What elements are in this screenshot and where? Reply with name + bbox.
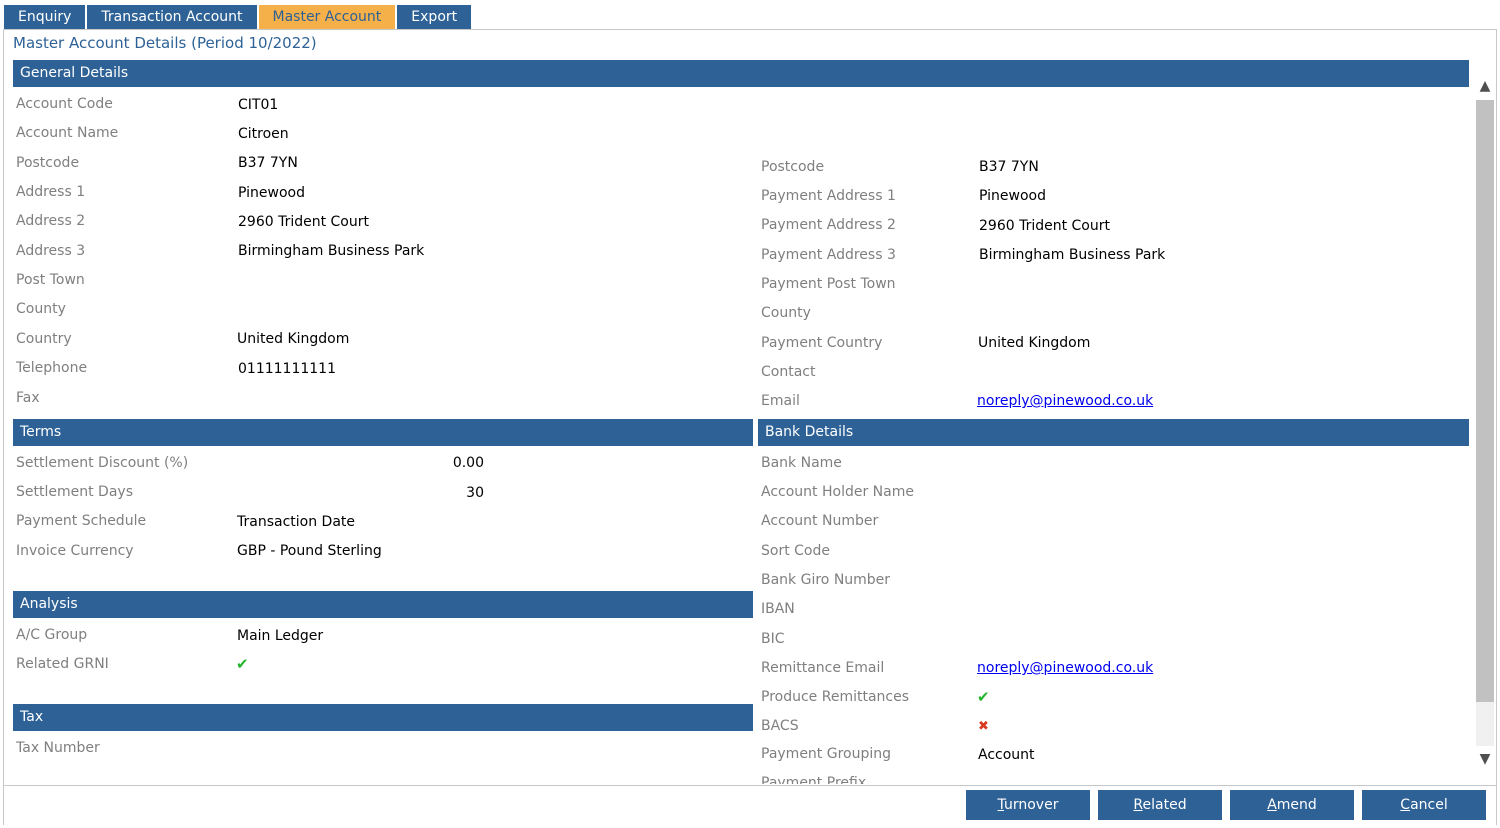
email-label: Email [761, 393, 800, 409]
account-name-label: Account Name [16, 125, 119, 141]
payment-address-1-label: Payment Address 1 [761, 188, 896, 204]
settlement-discount-value: 0.00 [452, 455, 484, 471]
section-tax: Tax [13, 704, 753, 731]
postcode-value: B37 7YN [238, 155, 298, 171]
bank-giro-number-label: Bank Giro Number [761, 572, 891, 588]
settlement-days-value: 30 [466, 485, 484, 501]
bic-label: BIC [761, 631, 785, 647]
payment-address-2-value: 2960 Trident Court [979, 218, 1110, 234]
address-3-value: Birmingham Business Park [238, 243, 425, 259]
payment-address-2-label: Payment Address 2 [761, 217, 896, 233]
payment-post-town-label: Payment Post Town [761, 276, 896, 292]
account-code-label: Account Code [16, 96, 113, 112]
remittance-email-label: Remittance Email [761, 660, 885, 676]
country-value: United Kingdom [237, 331, 350, 347]
postcode-label: Postcode [16, 155, 80, 171]
county-label: County [16, 301, 66, 317]
related-button[interactable]: Related [1098, 790, 1222, 820]
address-3-label: Address 3 [16, 243, 86, 259]
fax-label: Fax [16, 390, 40, 406]
account-name-value: Citroen [238, 126, 289, 142]
tax-number-label: Tax Number [16, 740, 100, 756]
payment-county-label: County [761, 305, 811, 321]
payment-postcode-label: Postcode [761, 159, 825, 175]
address-1-value: Pinewood [238, 185, 305, 201]
scroll-down-arrow-icon[interactable]: ▼ [1474, 748, 1496, 770]
tab-enquiry[interactable]: Enquiry [4, 5, 86, 30]
address-2-value: 2960 Trident Court [238, 214, 369, 230]
address-2-label: Address 2 [16, 213, 86, 229]
related-button-accesskey: R [1133, 797, 1143, 813]
settlement-discount-label: Settlement Discount (%) [16, 455, 189, 471]
turnover-button[interactable]: Turnover [966, 790, 1090, 820]
amend-button[interactable]: Amend [1230, 790, 1354, 820]
tab-export[interactable]: Export [397, 5, 472, 30]
ac-group-value: Main Ledger [237, 628, 324, 644]
sort-code-label: Sort Code [761, 543, 830, 559]
cancel-button-label: ancel [1410, 797, 1448, 813]
contact-label: Contact [761, 364, 816, 380]
bank-name-label: Bank Name [761, 455, 842, 471]
related-grni-label: Related GRNI [16, 656, 109, 672]
country-label: Country [16, 331, 72, 347]
scroll-up-arrow-icon[interactable]: ▲ [1474, 75, 1496, 97]
email-link[interactable]: noreply@pinewood.co.uk [977, 392, 1153, 410]
payment-schedule-label: Payment Schedule [16, 513, 147, 529]
section-bank-details: Bank Details [758, 419, 1469, 446]
bacs-label: BACS [761, 718, 799, 734]
scrollbar-thumb[interactable] [1476, 100, 1494, 702]
vertical-scrollbar[interactable]: ▲ ▼ [1474, 72, 1496, 774]
tab-bar: Enquiry Transaction Account Master Accou… [4, 5, 473, 30]
payment-address-3-value: Birmingham Business Park [979, 247, 1166, 263]
tab-master-account[interactable]: Master Account [258, 5, 396, 30]
payment-grouping-label: Payment Grouping [761, 746, 892, 762]
payment-address-1-value: Pinewood [979, 188, 1046, 204]
post-town-label: Post Town [16, 272, 85, 288]
account-holder-name-label: Account Holder Name [761, 484, 914, 500]
cancel-button[interactable]: Cancel [1362, 790, 1486, 820]
page-title: Master Account Details (Period 10/2022) [13, 34, 317, 52]
bacs-cross-icon: ✖ [978, 719, 989, 734]
section-terms: Terms [13, 419, 753, 446]
produce-remittances-label: Produce Remittances [761, 689, 910, 705]
tab-transaction-account[interactable]: Transaction Account [87, 5, 257, 30]
check-icon: ✔ [236, 655, 249, 673]
remittance-email-link[interactable]: noreply@pinewood.co.uk [977, 659, 1153, 677]
payment-country-label: Payment Country [761, 335, 883, 351]
payment-grouping-value: Account [978, 747, 1035, 763]
invoice-currency-value: GBP - Pound Sterling [237, 543, 382, 559]
payment-postcode-value: B37 7YN [979, 159, 1039, 175]
telephone-label: Telephone [16, 360, 88, 376]
turnover-button-label: urnover [1003, 797, 1059, 813]
produce-remittances-check-icon: ✔ [977, 688, 990, 706]
related-button-label: elated [1142, 797, 1187, 813]
payment-country-value: United Kingdom [978, 335, 1091, 351]
amend-button-label: mend [1276, 797, 1317, 813]
account-code-value: CIT01 [238, 97, 279, 113]
ac-group-label: A/C Group [16, 627, 88, 643]
iban-label: IBAN [761, 601, 795, 617]
payment-schedule-value: Transaction Date [237, 514, 356, 530]
section-analysis: Analysis [13, 591, 753, 618]
telephone-value: 01111111111 [238, 361, 336, 377]
payment-address-3-label: Payment Address 3 [761, 247, 896, 263]
account-number-label: Account Number [761, 513, 879, 529]
cancel-button-accesskey: C [1400, 797, 1411, 813]
clipped-row: Payment Prefix [755, 770, 1055, 784]
invoice-currency-label: Invoice Currency [16, 543, 134, 559]
amend-button-accesskey: A [1267, 797, 1277, 813]
address-1-label: Address 1 [16, 184, 86, 200]
settlement-days-label: Settlement Days [16, 484, 133, 500]
payment-prefix-label: Payment Prefix [761, 775, 867, 784]
section-general-details: General Details [13, 60, 1469, 87]
